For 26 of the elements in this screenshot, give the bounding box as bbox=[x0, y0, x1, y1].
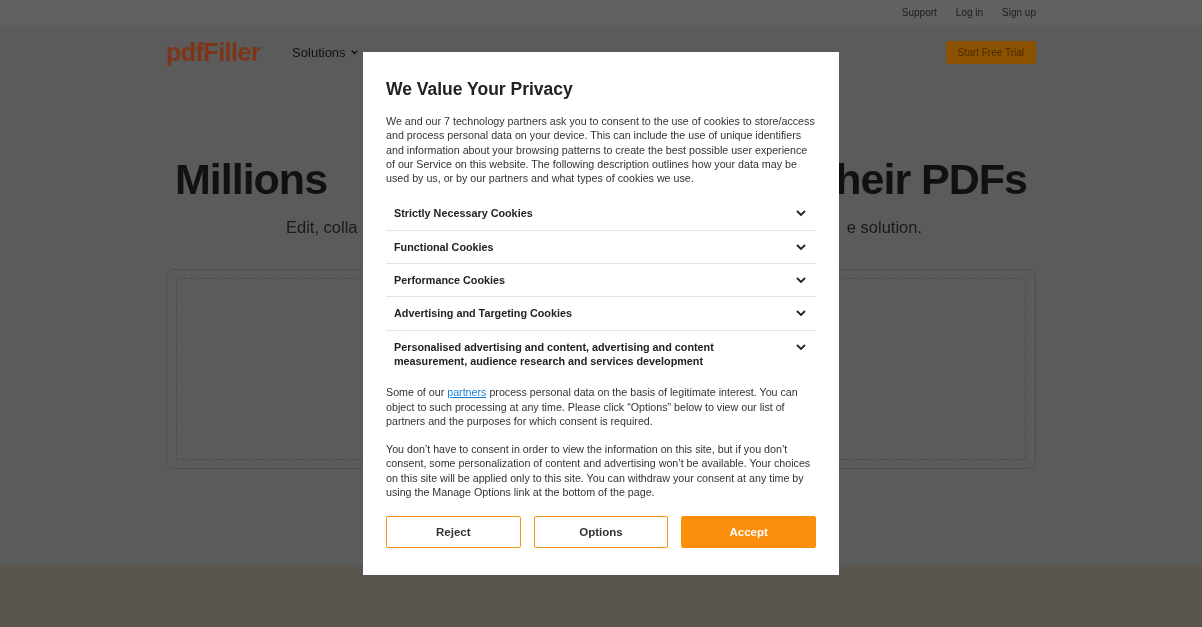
chevron-icon bbox=[796, 277, 806, 285]
cookie-category[interactable]: Advertising and Targeting Cookies bbox=[386, 297, 816, 331]
consent-text: You don’t have to consent in order to view the information on this site, but if you don’t consent, some personalization of content and advertising won’t be available. Your choices on this site will be applied only to this site. You can withdraw your consent at any time by using the Manage Options link at the bottom of the page. bbox=[386, 442, 812, 500]
consent-button[interactable]: Reject bbox=[386, 516, 521, 549]
cookie-category[interactable]: Personalised advertising and content, advertising and content measurement, audience research and services development bbox=[386, 330, 816, 378]
chevron-icon bbox=[796, 310, 806, 318]
partners-link[interactable]: partners bbox=[447, 386, 487, 399]
cookie-category[interactable]: Performance Cookies bbox=[386, 264, 816, 298]
notice-text: Some of our partners process personal data on the basis of legitimate interest. You can object to such processing at any time. Please click “Options” below to view our list of partners and the purposes for which consent is required. bbox=[386, 385, 799, 429]
chevron-icon bbox=[796, 343, 806, 351]
chevron-icon bbox=[796, 243, 806, 251]
intro-text: We and our 7 technology partners ask you to consent to the use of cookies to store/access and process personal data on your device. This can include the use of unique identifiers and information about your browsing patterns to create the best possible user experience of our Service on this website. The following description outlines how your data may be used by us, or by our partners and what types of cookies we use. bbox=[386, 114, 816, 186]
cookie-category[interactable]: Strictly Necessary Cookies bbox=[386, 197, 816, 231]
chevron-icon bbox=[796, 210, 806, 218]
top-link[interactable]: Sign up bbox=[1002, 7, 1036, 18]
top-link[interactable]: Support bbox=[901, 7, 937, 18]
consent-button[interactable]: Accept bbox=[681, 516, 816, 549]
hero-subtitle: Edit, colla bbox=[286, 218, 358, 237]
consent-button[interactable]: Options bbox=[533, 516, 669, 549]
top-link[interactable]: Log in bbox=[955, 7, 984, 18]
dialog-title: We Value Your Privacy bbox=[386, 79, 574, 100]
hero-heading: heir PDFs bbox=[835, 154, 1027, 204]
hero-subtitle: e solution. bbox=[846, 218, 922, 237]
nav-link[interactable]: Solutions bbox=[292, 45, 358, 60]
hero-heading: Millions bbox=[175, 154, 328, 204]
cookie-category[interactable]: Functional Cookies bbox=[386, 230, 816, 265]
